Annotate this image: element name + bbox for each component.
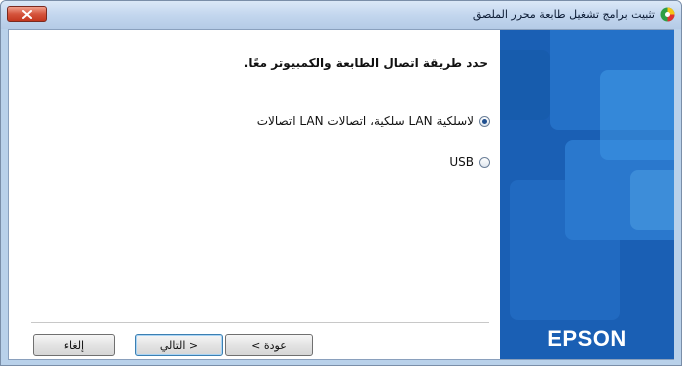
title-bar[interactable]: تثبيت برامج تشغيل طابعة محرر الملصق (1, 1, 681, 29)
close-button[interactable] (7, 6, 47, 22)
back-button[interactable]: < عودة (225, 334, 313, 356)
dialog-content: حدد طريقة اتصال الطابعة والكمبيوتر معًا.… (8, 29, 674, 360)
cancel-button[interactable]: إلغاء (33, 334, 115, 356)
option-usb-label[interactable]: USB (449, 155, 474, 169)
radio-usb[interactable] (479, 156, 490, 168)
option-lan[interactable]: اتصالات LAN سلكية، اتصالات LAN لاسلكية (257, 114, 490, 128)
option-lan-label[interactable]: اتصالات LAN سلكية، اتصالات LAN لاسلكية (257, 114, 474, 128)
main-pane: حدد طريقة اتصال الطابعة والكمبيوتر معًا.… (9, 30, 500, 359)
window-title: تثبيت برامج تشغيل طابعة محرر الملصق (472, 8, 655, 21)
installer-window: تثبيت برامج تشغيل طابعة محرر الملصق حدد … (0, 0, 682, 366)
app-icon (660, 7, 675, 22)
radio-lan[interactable] (479, 115, 490, 127)
decor-square (500, 50, 550, 120)
close-icon (22, 10, 32, 19)
next-button[interactable]: التالي > (135, 334, 223, 356)
connection-heading: حدد طريقة اتصال الطابعة والكمبيوتر معًا. (243, 56, 488, 70)
epson-logo: EPSON (547, 326, 627, 351)
option-usb[interactable]: USB (449, 155, 490, 169)
decor-square (510, 180, 620, 320)
button-separator (31, 322, 489, 324)
decor-square (630, 170, 674, 230)
brand-panel: EPSON (500, 30, 674, 359)
